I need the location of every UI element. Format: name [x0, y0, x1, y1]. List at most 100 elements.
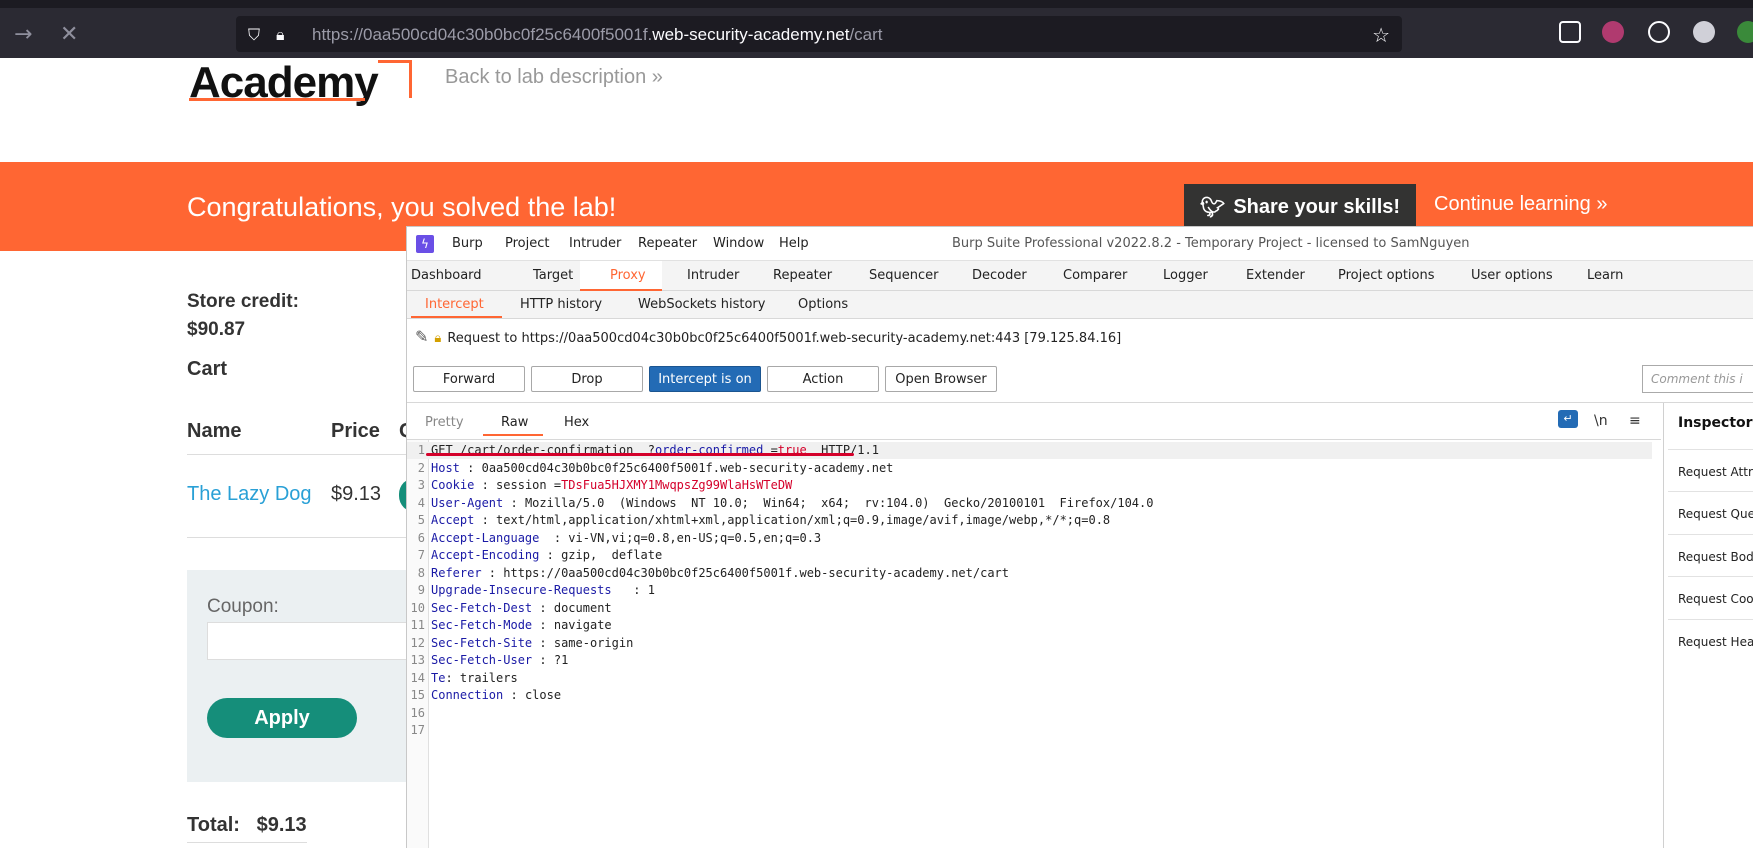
request-line[interactable]: 17	[407, 722, 431, 739]
header-value: 0aa500cd04c30b0bc0f25c6400f5001f.web-sec…	[481, 460, 894, 475]
cart-total: Total: $9.13	[187, 814, 307, 836]
coupon-input[interactable]	[207, 622, 407, 660]
inspector-request-headers[interactable]: Request Hea	[1678, 635, 1753, 649]
tab-logger[interactable]: Logger	[1163, 268, 1208, 283]
back-to-lab-link[interactable]: Back to lab description »	[445, 66, 663, 89]
forward-button[interactable]: Forward	[413, 366, 525, 392]
address-bar[interactable]: ⛉ 🔒︎ https://0aa500cd04c30b0bc0f25c6400f…	[236, 16, 1402, 52]
menu-help[interactable]: Help	[779, 236, 809, 251]
view-raw-tab[interactable]: Raw	[501, 415, 528, 430]
header-name: Connection	[431, 688, 504, 702]
tab-intercept[interactable]: Intercept	[425, 297, 484, 312]
intercept-toggle-button[interactable]: Intercept is on	[649, 366, 761, 392]
tab-decoder[interactable]: Decoder	[972, 268, 1027, 283]
forward-icon[interactable]: →	[14, 22, 32, 47]
inspector-title: Inspector	[1678, 415, 1753, 431]
product-link[interactable]: The Lazy Dog	[187, 483, 312, 506]
column-name: Name	[187, 420, 242, 442]
tab-extender[interactable]: Extender	[1246, 268, 1305, 283]
apply-button[interactable]: Apply	[207, 698, 357, 738]
share-skills-button[interactable]: 🐦︎ Share your skills!	[1184, 184, 1416, 230]
request-editor[interactable]: 1 GET /cart/order-confirmation ?order-con…	[407, 439, 1661, 848]
header-separator: :	[611, 583, 648, 597]
pocket-icon[interactable]	[1559, 21, 1581, 43]
divider	[1668, 449, 1753, 450]
tab-comparer[interactable]: Comparer	[1063, 268, 1127, 283]
request-line[interactable]: 7 Accept-Encoding : gzip, deflate	[407, 547, 662, 564]
divider	[1668, 576, 1753, 577]
request-line[interactable]: 16	[407, 705, 431, 722]
open-browser-button[interactable]: Open Browser	[885, 366, 997, 392]
edit-pencil-icon[interactable]: ✎	[415, 327, 428, 346]
inspector-request-body[interactable]: Request Bod	[1678, 550, 1753, 564]
view-pretty-tab[interactable]: Pretty	[425, 415, 464, 430]
menu-project[interactable]: Project	[505, 236, 549, 251]
request-line[interactable]: 3 Cookie : session =TDsFua5HJXMY1MwqpsZg9…	[407, 477, 793, 494]
header-separator: :	[445, 670, 460, 685]
lock-icon[interactable]: 🔒︎	[276, 25, 285, 45]
request-line[interactable]: 14 Te: trailers	[407, 670, 518, 687]
tab-proxy[interactable]: Proxy	[610, 268, 646, 283]
request-line[interactable]: 1 GET /cart/order-confirmation ?order-con…	[407, 442, 1652, 459]
cookie-value: TDsFua5HJXMY1MwqpsZg99WlaHsWTeDW	[561, 478, 793, 492]
tab-websockets-history[interactable]: WebSockets history	[638, 297, 765, 312]
comment-input[interactable]: Comment this i	[1642, 365, 1753, 393]
stop-loading-icon[interactable]: ✕	[60, 22, 78, 47]
bookmark-star-icon[interactable]: ☆	[1372, 23, 1390, 47]
request-line[interactable]: 9 Upgrade-Insecure-Requests : 1	[407, 582, 655, 599]
burp-logo-icon: ϟ	[416, 235, 434, 253]
menu-icon[interactable]: ≡	[1629, 413, 1641, 429]
lock-icon: 🔒︎	[434, 331, 442, 346]
tab-dashboard[interactable]: Dashboard	[411, 268, 482, 283]
header-separator: :	[532, 600, 554, 615]
continue-learning-link[interactable]: Continue learning »	[1434, 193, 1607, 216]
view-hex-tab[interactable]: Hex	[564, 415, 589, 430]
extension-badge-icon[interactable]	[1737, 21, 1753, 43]
line-number: 8	[417, 565, 425, 580]
tab-http-history[interactable]: HTTP history	[520, 297, 602, 312]
request-line[interactable]: 10 Sec-Fetch-Dest : document	[407, 600, 612, 617]
request-line[interactable]: 8 Referer : https://0aa500cd04c30b0bc0f25…	[407, 565, 1009, 582]
tab-sequencer[interactable]: Sequencer	[869, 268, 938, 283]
cookie-icon[interactable]	[1648, 21, 1670, 43]
tab-target[interactable]: Target	[533, 268, 573, 283]
line-number: 17	[410, 723, 425, 737]
request-line[interactable]: 15 Connection : close	[407, 687, 562, 704]
tab-project-options[interactable]: Project options	[1338, 268, 1435, 283]
menu-repeater[interactable]: Repeater	[638, 236, 697, 251]
request-line[interactable]: 2 Host : 0aa500cd04c30b0bc0f25c6400f5001f…	[407, 460, 894, 477]
divider	[1668, 619, 1753, 620]
url-text[interactable]: https://0aa500cd04c30b0bc0f25c6400f5001f…	[312, 25, 883, 45]
wrap-lines-icon[interactable]: ↵	[1558, 410, 1578, 428]
tab-user-options[interactable]: User options	[1471, 268, 1553, 283]
menu-intruder[interactable]: Intruder	[569, 236, 621, 251]
shield-icon[interactable]: ⛉	[248, 25, 260, 45]
action-button[interactable]: Action	[767, 366, 879, 392]
extension-avatar-icon[interactable]	[1602, 21, 1624, 43]
inspector-request-attributes[interactable]: Request Attr	[1678, 465, 1753, 479]
header-value: session =	[496, 478, 562, 492]
request-line[interactable]: 5 Accept : text/html,application/xhtml+xm…	[407, 512, 1110, 529]
newline-toggle-icon[interactable]: \n	[1594, 413, 1608, 429]
request-line[interactable]: 6 Accept-Language : vi-VN,vi;q=0.8,en-US;…	[407, 530, 821, 547]
menu-burp[interactable]: Burp	[452, 236, 483, 251]
inspector-request-cookies[interactable]: Request Coo	[1678, 592, 1753, 606]
tab-options[interactable]: Options	[798, 297, 848, 312]
extension-icon[interactable]	[1693, 21, 1715, 43]
menu-window[interactable]: Window	[713, 236, 764, 251]
tab-learn[interactable]: Learn	[1587, 268, 1623, 283]
header-name: Sec-Fetch-Mode	[431, 618, 533, 632]
request-line[interactable]: 4 User-Agent : Mozilla/5.0 (Windows NT 10…	[407, 495, 1154, 512]
header-value: trailers	[459, 670, 518, 685]
header-separator: :	[474, 478, 497, 492]
request-line[interactable]: 12 Sec-Fetch-Site : same-origin	[407, 635, 634, 652]
request-line[interactable]: 11 Sec-Fetch-Mode : navigate	[407, 617, 612, 634]
tab-repeater[interactable]: Repeater	[773, 268, 832, 283]
drop-button[interactable]: Drop	[531, 366, 643, 392]
tab-intruder[interactable]: Intruder	[687, 268, 739, 283]
request-line[interactable]: 13 Sec-Fetch-User : ?1	[407, 652, 569, 669]
header-value: vi-VN,vi;q=0.8,en-US;q=0.5,en;q=0.3	[568, 530, 822, 545]
inspector-panel: Inspector Request Attr Request Que Reque…	[1663, 403, 1753, 848]
header-value: gzip, deflate	[561, 548, 663, 562]
inspector-request-query[interactable]: Request Que	[1678, 507, 1753, 521]
